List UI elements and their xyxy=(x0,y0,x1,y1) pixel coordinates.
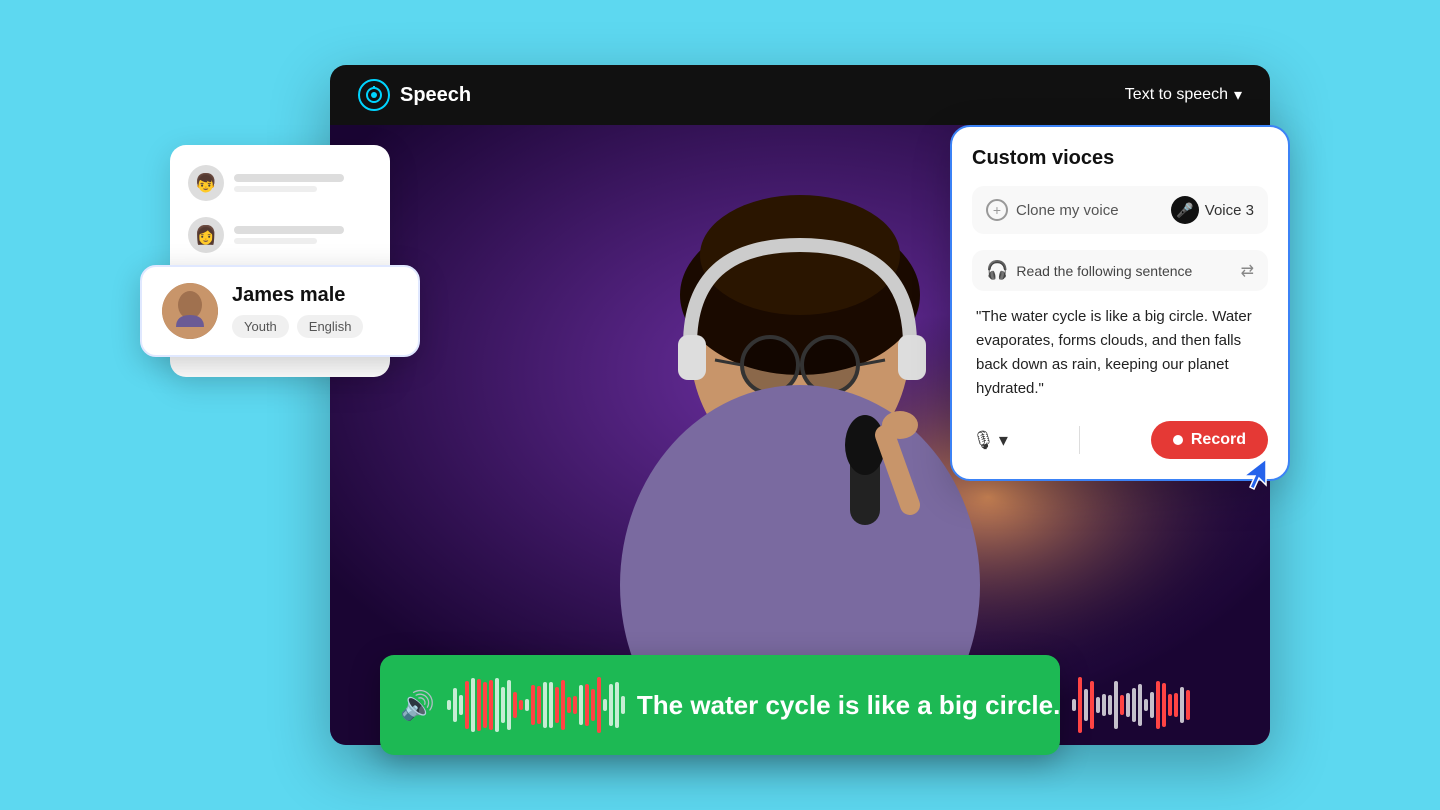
record-button[interactable]: Record xyxy=(1151,421,1268,459)
headphone-icon: 🎧 xyxy=(986,260,1008,281)
tts-button[interactable]: Text to speech ▾ xyxy=(1125,85,1242,105)
voice-avatar-2: 👩 xyxy=(188,217,224,253)
english-tag: English xyxy=(297,315,364,338)
james-info: James male Youth English xyxy=(232,284,398,338)
voice-list-item[interactable]: 👩 xyxy=(182,209,378,261)
header-logo: Speech xyxy=(358,79,471,111)
footer-divider xyxy=(1079,426,1080,454)
sentence-left: 🎧 Read the following sentence xyxy=(986,260,1192,281)
custom-voices-panel: Custom vioces + Clone my voice 🎤 Voice 3… xyxy=(950,125,1290,481)
voice-avatar-1: 👦 xyxy=(188,165,224,201)
chevron-down-icon: ▾ xyxy=(999,430,1008,451)
james-card: James male Youth English xyxy=(140,265,420,357)
mic-circle: 🎤 xyxy=(1171,196,1199,224)
record-dot xyxy=(1173,435,1183,445)
speaker-icon: 🔊 xyxy=(400,689,435,722)
shuffle-icon[interactable]: ⇄ xyxy=(1241,261,1254,281)
plus-icon: + xyxy=(986,199,1008,221)
james-avatar xyxy=(162,283,218,339)
clone-voice-row: + Clone my voice 🎤 Voice 3 xyxy=(972,186,1268,234)
logo-icon xyxy=(358,79,390,111)
sentence-row: 🎧 Read the following sentence ⇄ xyxy=(972,250,1268,291)
james-name: James male xyxy=(232,284,398,307)
youth-tag: Youth xyxy=(232,315,289,338)
waveform-text: The water cycle is like a big circle. xyxy=(637,690,1060,721)
voice-lines-1 xyxy=(234,174,372,192)
sentence-body-text: "The water cycle is like a big circle. W… xyxy=(972,305,1268,401)
clone-voice-button[interactable]: + Clone my voice xyxy=(986,199,1119,221)
main-wrapper: Speech Text to speech ▾ xyxy=(170,65,1270,745)
waveform-bars-right xyxy=(1072,677,1190,733)
cursor-arrow xyxy=(1240,457,1268,499)
header-bar: Speech Text to speech ▾ xyxy=(330,65,1270,125)
mic-dropdown[interactable]: 🎙 ▾ xyxy=(972,430,1008,451)
panel-title: Custom vioces xyxy=(972,147,1268,170)
james-tags: Youth English xyxy=(232,315,398,338)
waveform-bars xyxy=(447,677,625,733)
voice-lines-2 xyxy=(234,226,372,244)
voice-list-item[interactable]: 👦 xyxy=(182,157,378,209)
panel-footer: 🎙 ▾ Record xyxy=(972,421,1268,459)
mic-icon: 🎙 xyxy=(972,430,995,451)
waveform-bar: 🔊 The water cycle is like a big circle. xyxy=(380,655,1060,755)
logo-text: Speech xyxy=(400,84,471,107)
voice-3-badge[interactable]: 🎤 Voice 3 xyxy=(1171,196,1254,224)
